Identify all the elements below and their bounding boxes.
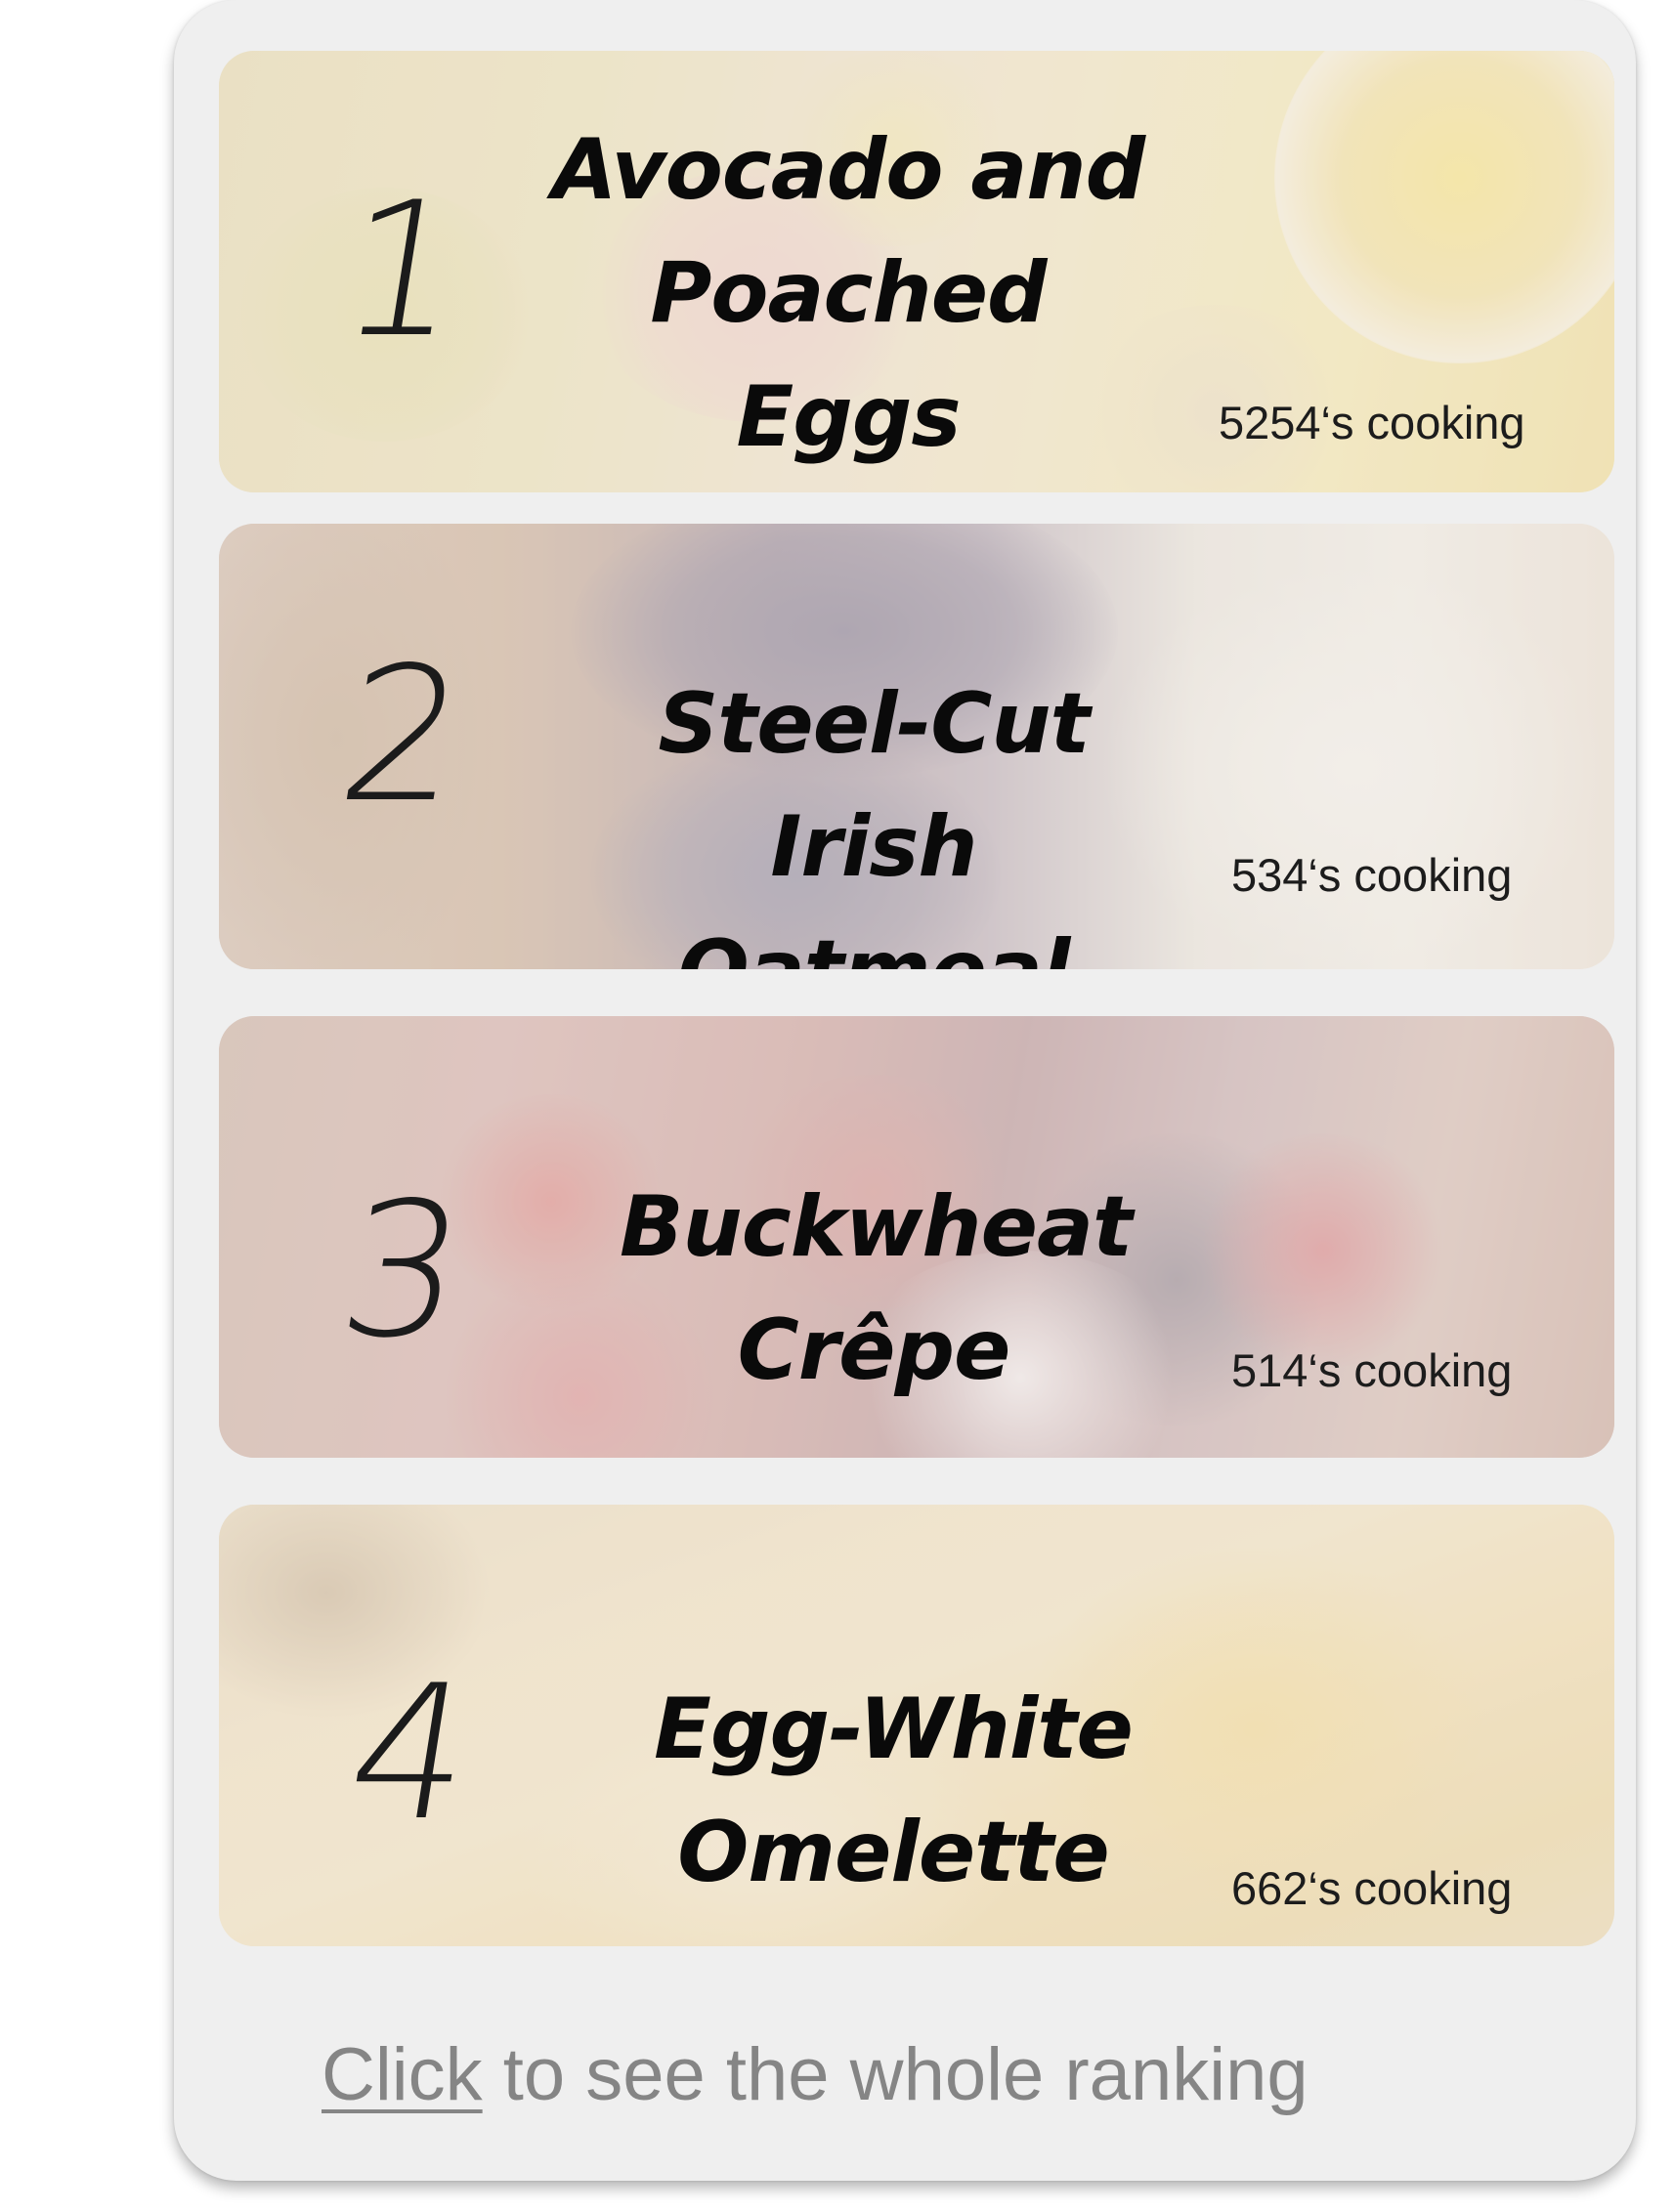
ranking-card-1[interactable]: 1 Avocado and Poached Eggs on Toast 5254… <box>219 51 1614 492</box>
ranking-card-3[interactable]: 3 Buckwheat Crêpe 514‘s cooking <box>219 1016 1614 1458</box>
recipe-title: Avocado and Poached Eggs on Toast <box>551 121 1145 492</box>
cooking-count: 5254‘s cooking <box>1219 397 1525 448</box>
see-whole-ranking: Click to see the whole ranking <box>322 2032 1308 2117</box>
recipe-title: Steel-Cut Irish Oatmeal <box>658 675 1090 969</box>
ranking-card-2[interactable]: 2 Steel-Cut Irish Oatmeal 534‘s cooking <box>219 524 1614 969</box>
cooking-count: 662‘s cooking <box>1231 1862 1513 1914</box>
recipe-title: Buckwheat Crêpe <box>620 1178 1133 1400</box>
see-ranking-link[interactable]: Click <box>322 2033 483 2116</box>
cooking-count: 514‘s cooking <box>1231 1344 1513 1396</box>
see-ranking-text: to see the whole ranking <box>482 2033 1308 2116</box>
recipe-title: Egg-White Omelette <box>654 1680 1134 1902</box>
cooking-count: 534‘s cooking <box>1231 849 1513 901</box>
ranking-card-4[interactable]: 4 Egg-White Omelette 662‘s cooking <box>219 1505 1614 1946</box>
